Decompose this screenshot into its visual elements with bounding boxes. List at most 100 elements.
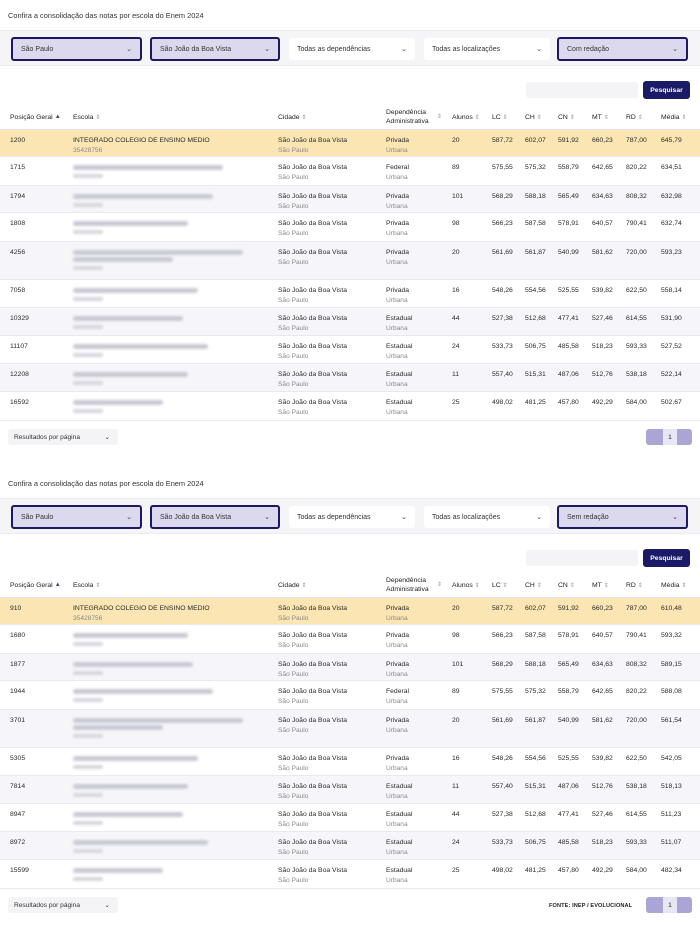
dependency-value: Federal	[386, 688, 410, 695]
column-header[interactable]: Dependência Administrativa ⇕	[386, 572, 442, 598]
pagination[interactable]: 1	[646, 429, 692, 445]
column-header[interactable]: Cidade ⇕	[278, 104, 307, 130]
column-header[interactable]: LC ⇕	[492, 104, 508, 130]
ch-value: 506,75	[525, 839, 546, 846]
column-header[interactable]: Dependência Administrativa ⇕	[386, 104, 442, 130]
essay-select[interactable]: Com redação ⌄	[557, 37, 688, 61]
table-row[interactable]: 1715 São João da Boa Vista São Paulo Federa…	[0, 157, 700, 186]
table-row[interactable]: 8972 São João da Boa Vista São Paulo Estadu…	[0, 832, 700, 860]
school-name-redacted	[73, 221, 188, 226]
state-select-value: São Paulo	[21, 513, 54, 521]
table-row[interactable]: 1944 São João da Boa Vista São Paulo Federa…	[0, 681, 700, 710]
column-header-label: Média	[661, 581, 680, 589]
table-row-highlighted[interactable]: 910 INTEGRADO COLEGIO DE ENSINO MEDIO 3542…	[0, 598, 700, 625]
table-row[interactable]: 8947 São João da Boa Vista São Paulo Estadu…	[0, 804, 700, 832]
column-header[interactable]: Cidade ⇕	[278, 572, 307, 598]
table-cell: Privada Urbana	[386, 754, 409, 773]
table-cell: 642,65	[592, 687, 613, 697]
pos-value: 7814	[10, 783, 26, 790]
school-code-redacted	[73, 381, 103, 385]
dependency-select[interactable]: Todas as dependências ⌄	[289, 506, 415, 528]
table-row[interactable]: 11107 São João da Boa Vista São Paulo Estad…	[0, 336, 700, 364]
column-header-label: Média	[661, 113, 680, 121]
mt-value: 642,65	[592, 688, 613, 695]
dependency-value: Estadual	[386, 867, 413, 874]
table-row[interactable]: 16592 São João da Boa Vista São Paulo Estad…	[0, 392, 700, 421]
table-cell: 5305	[10, 754, 25, 764]
table-cell: 787,00	[626, 604, 647, 614]
ch-value: 588,18	[525, 661, 546, 668]
ranking-panel-with-essay: Confira a consolidação das notas por esc…	[0, 0, 700, 460]
table-cell: 482,34	[661, 866, 682, 876]
students-value: 101	[452, 661, 464, 668]
table-row-highlighted[interactable]: 1200 INTEGRADO COLEGIO DE ENSINO MEDIO 354…	[0, 130, 700, 157]
table-row[interactable]: 1794 São João da Boa Vista São Paulo Privad…	[0, 186, 700, 213]
column-header[interactable]: CH ⇕	[525, 572, 542, 598]
table-cell: 554,56	[525, 286, 546, 296]
table-row[interactable]: 3701 São João da Boa Vista São Paulo Privad…	[0, 710, 700, 748]
table-row[interactable]: 1680 São João da Boa Vista São Paulo Privad…	[0, 625, 700, 654]
table-cell: 634,63	[592, 192, 613, 202]
column-header[interactable]: CN ⇕	[558, 572, 575, 598]
table-cell: 1715	[10, 163, 25, 173]
table-row[interactable]: 1808 São João da Boa Vista São Paulo Privad…	[0, 213, 700, 242]
table-row[interactable]: 7814 São João da Boa Vista São Paulo Estadu…	[0, 776, 700, 804]
school-code-redacted	[73, 353, 103, 357]
search-input[interactable]	[526, 550, 638, 566]
pos-value: 5305	[10, 755, 26, 762]
students-value: 11	[452, 371, 460, 378]
city-select[interactable]: São João da Boa Vista ⌄	[150, 37, 280, 61]
search-button[interactable]: Pesquisar	[643, 81, 690, 99]
school-code: 35428756	[73, 614, 103, 622]
results-per-page-select[interactable]: Resultados por página ⌄	[8, 897, 118, 913]
column-header[interactable]: CH ⇕	[525, 104, 542, 130]
ch-value: 512,68	[525, 811, 546, 818]
column-header[interactable]: Escola ⇕	[73, 572, 100, 598]
column-header[interactable]: LC ⇕	[492, 572, 508, 598]
search-input[interactable]	[526, 82, 638, 98]
column-header[interactable]: Alunos ⇕	[452, 104, 480, 130]
ch-value: 575,32	[525, 688, 546, 695]
column-header-label: Cidade	[278, 113, 300, 121]
column-header[interactable]: Escola ⇕	[73, 104, 100, 130]
page-number-button[interactable]: 1	[663, 897, 677, 913]
table-row[interactable]: 10329 São João da Boa Vista São Paulo Estad…	[0, 308, 700, 336]
city-name: São João da Boa Vista	[278, 164, 348, 171]
table-row[interactable]: 12208 São João da Boa Vista São Paulo Estad…	[0, 364, 700, 392]
results-per-page-select[interactable]: Resultados por página ⌄	[8, 429, 118, 445]
column-header[interactable]: Posição Geral ▲	[10, 104, 61, 130]
table-row[interactable]: 15599 São João da Boa Vista São Paulo Estad…	[0, 860, 700, 889]
school-code-redacted	[73, 793, 103, 797]
school-code: 35428756	[73, 146, 103, 154]
table-cell: 591,92	[558, 136, 579, 146]
column-header[interactable]: Posição Geral ▲	[10, 572, 61, 598]
column-header[interactable]: Alunos ⇕	[452, 572, 480, 598]
table-row[interactable]: 4256 São João da Boa Vista São Paulo Privad…	[0, 242, 700, 280]
column-header[interactable]: CN ⇕	[558, 104, 575, 130]
table-row[interactable]: 7058 São João da Boa Vista São Paulo Privad…	[0, 280, 700, 308]
state-select[interactable]: São Paulo ⌄	[11, 505, 142, 529]
location-select[interactable]: Todas as localizações ⌄	[424, 38, 550, 60]
column-header[interactable]: MT ⇕	[592, 104, 609, 130]
table-row[interactable]: 5305 São João da Boa Vista São Paulo Privad…	[0, 748, 700, 776]
essay-select[interactable]: Sem redação ⌄	[557, 505, 688, 529]
dependency-select[interactable]: Todas as dependências ⌄	[289, 38, 415, 60]
state-select[interactable]: São Paulo ⌄	[11, 37, 142, 61]
column-header[interactable]: RD ⇕	[626, 104, 643, 130]
city-select[interactable]: São João da Boa Vista ⌄	[150, 505, 280, 529]
page-number-button[interactable]: 1	[663, 429, 677, 445]
column-header[interactable]: Média ⇕	[661, 572, 687, 598]
pagination[interactable]: 1	[646, 897, 692, 913]
column-header[interactable]: Média ⇕	[661, 104, 687, 130]
rd-value: 593,33	[626, 839, 647, 846]
location-select[interactable]: Todas as localizações ⌄	[424, 506, 550, 528]
table-row[interactable]: 1877 São João da Boa Vista São Paulo Privad…	[0, 654, 700, 681]
rd-value: 622,50	[626, 755, 647, 762]
lc-value: 557,40	[492, 371, 513, 378]
ch-value: 561,87	[525, 717, 546, 724]
search-button[interactable]: Pesquisar	[643, 549, 690, 567]
column-header[interactable]: RD ⇕	[626, 572, 643, 598]
ch-value: 575,32	[525, 164, 546, 171]
lc-value: 566,23	[492, 632, 513, 639]
column-header[interactable]: MT ⇕	[592, 572, 609, 598]
